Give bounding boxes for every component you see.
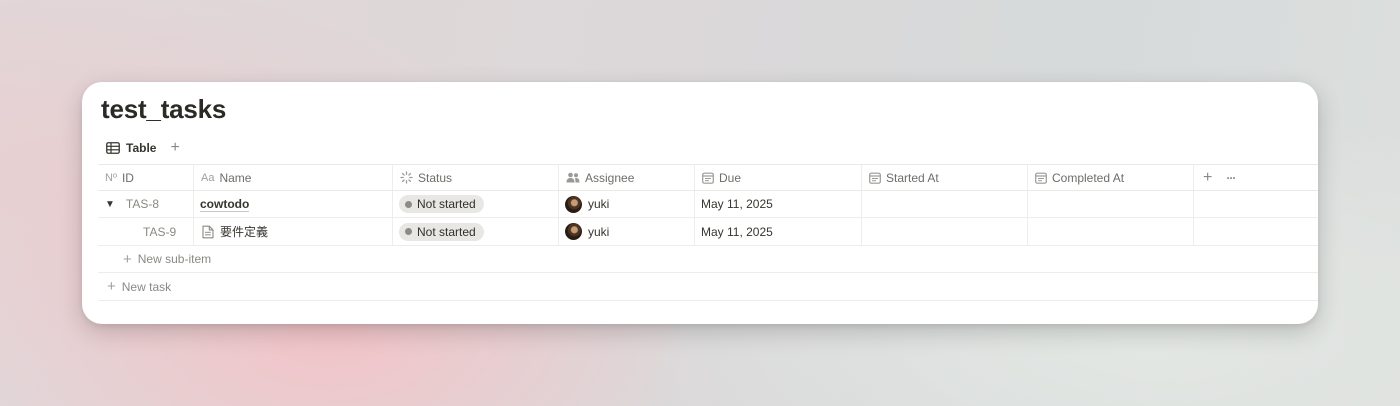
column-header-started-at-label: Started At	[886, 170, 939, 185]
task-name[interactable]: cowtodo	[200, 197, 250, 212]
status-dot-icon	[405, 228, 412, 235]
calendar-icon	[702, 172, 714, 184]
view-bar: Table +	[106, 138, 180, 158]
status-badge: Not started	[399, 195, 484, 213]
new-task-label: New task	[121, 279, 172, 294]
column-header-due-label: Due	[719, 170, 742, 185]
status-cell[interactable]: Not started	[393, 218, 559, 245]
column-header-completed-at-label: Completed At	[1052, 170, 1125, 185]
column-header-name-label: Name	[219, 170, 252, 185]
column-header-status-label: Status	[418, 170, 453, 185]
plus-icon: +	[123, 250, 132, 268]
new-task-button[interactable]: + New task	[98, 273, 1318, 301]
tab-table-label: Table	[126, 141, 157, 155]
assignee-cell[interactable]: yuki	[559, 218, 695, 245]
extra-cell	[1194, 218, 1318, 245]
number-icon: Nº	[105, 171, 117, 184]
add-view-button[interactable]: +	[170, 140, 179, 156]
assignee-cell[interactable]: yuki	[559, 191, 695, 217]
column-header-started-at[interactable]: Started At	[862, 165, 1028, 190]
due-date: May 11, 2025	[701, 197, 773, 211]
due-cell[interactable]: May 11, 2025	[695, 218, 862, 245]
new-sub-item-button[interactable]: + New sub-item	[98, 246, 1318, 273]
column-header-actions: + ···	[1194, 165, 1318, 190]
column-header-assignee[interactable]: Assignee	[559, 165, 695, 190]
task-id: TAS-8	[125, 197, 160, 211]
status-dot-icon	[405, 200, 412, 208]
column-header-id-label: ID	[121, 170, 134, 185]
expand-toggle-icon[interactable]: ▼	[105, 199, 115, 210]
column-header-due[interactable]: Due	[695, 165, 862, 190]
table-icon	[106, 142, 120, 154]
text-property-icon: Aa	[201, 171, 215, 184]
table-row[interactable]: TAS-9 要件定義 Not started yuki May 11, 2025	[98, 218, 1318, 246]
calendar-icon	[1035, 172, 1047, 184]
status-label: Not started	[417, 197, 476, 211]
due-cell[interactable]: May 11, 2025	[695, 191, 862, 217]
assignee-name: yuki	[588, 224, 610, 239]
status-icon	[400, 171, 413, 184]
due-date: May 11, 2025	[701, 224, 773, 239]
people-icon	[566, 172, 580, 183]
id-cell: ▼ TAS-8	[98, 191, 194, 217]
database-card: test_tasks Table + Nº ID Aa Name Status …	[82, 82, 1318, 324]
new-sub-item-label: New sub-item	[137, 252, 212, 266]
column-header-status[interactable]: Status	[393, 165, 559, 190]
page-title: test_tasks	[101, 94, 227, 124]
extra-cell	[1194, 191, 1318, 217]
plus-icon: +	[107, 278, 116, 295]
tasks-table: Nº ID Aa Name Status Assignee Due Starte…	[98, 164, 1318, 301]
assignee-name: yuki	[588, 197, 610, 211]
more-options-button[interactable]: ···	[1226, 171, 1236, 185]
started-at-cell[interactable]	[862, 218, 1028, 245]
tab-table[interactable]: Table	[106, 141, 156, 155]
column-header-name[interactable]: Aa Name	[194, 165, 393, 190]
column-header-assignee-label: Assignee	[585, 170, 635, 185]
name-cell[interactable]: 要件定義	[194, 218, 393, 245]
column-header-id[interactable]: Nº ID	[98, 165, 194, 190]
status-cell[interactable]: Not started	[393, 191, 559, 217]
status-label: Not started	[417, 224, 476, 239]
calendar-icon	[869, 172, 881, 184]
started-at-cell[interactable]	[862, 191, 1028, 217]
name-cell[interactable]: cowtodo	[194, 191, 393, 217]
id-cell: TAS-9	[98, 218, 194, 245]
task-name[interactable]: 要件定義	[220, 223, 268, 240]
status-badge: Not started	[399, 222, 484, 241]
avatar	[565, 223, 582, 240]
avatar	[565, 195, 582, 213]
page-icon	[202, 225, 214, 239]
task-id: TAS-9	[143, 224, 177, 239]
column-header-completed-at[interactable]: Completed At	[1028, 165, 1194, 190]
completed-at-cell[interactable]	[1028, 218, 1194, 245]
table-header: Nº ID Aa Name Status Assignee Due Starte…	[98, 164, 1318, 191]
table-row[interactable]: ▼ TAS-8 cowtodo Not started yuki May 11,…	[98, 191, 1318, 218]
completed-at-cell[interactable]	[1028, 191, 1194, 217]
add-property-button[interactable]: +	[1203, 169, 1212, 187]
